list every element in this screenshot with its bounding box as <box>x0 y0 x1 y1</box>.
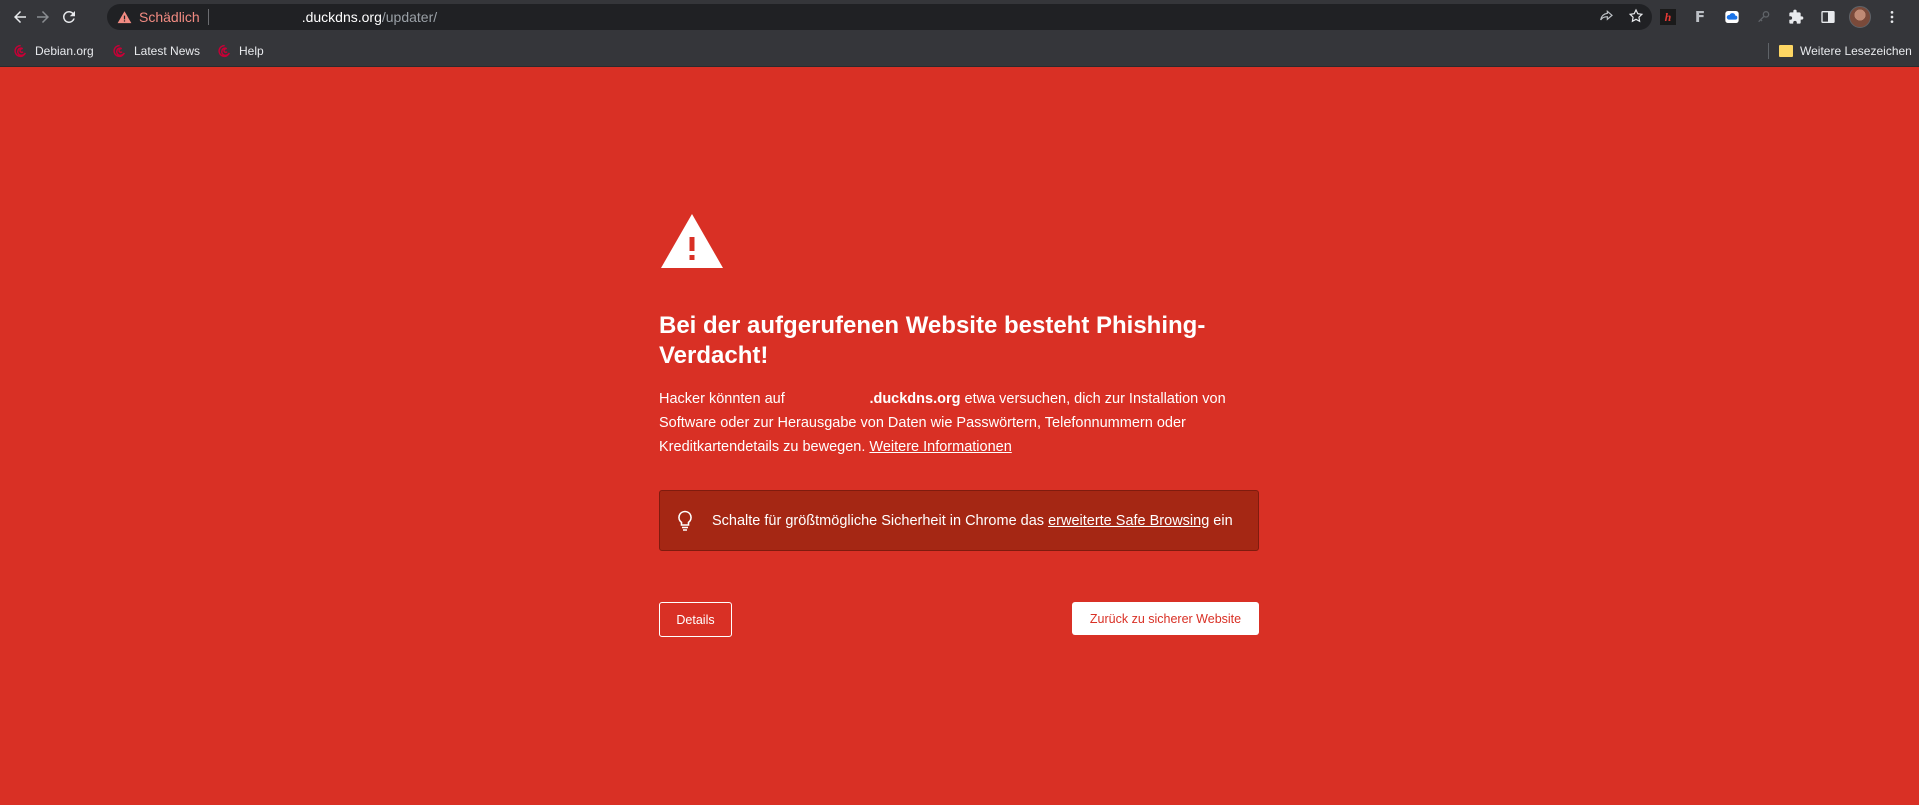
browser-toolbar: Schädlich xxxxxxxxxxxx.duckdns.org/updat… <box>0 0 1919 34</box>
lightbulb-icon <box>678 510 692 531</box>
f-extension-button[interactable]: F <box>1689 6 1711 28</box>
profile-button[interactable] <box>1849 6 1871 28</box>
f-extension-icon: F <box>1694 8 1706 26</box>
url-text[interactable]: xxxxxxxxxxxx.duckdns.org/updater/ <box>218 9 437 25</box>
key-extension-icon <box>1758 11 1770 23</box>
bookmarks-bar: Debian.org Latest News Help Weitere Lese… <box>0 34 1919 67</box>
key-extension-button[interactable] <box>1753 6 1775 28</box>
back-to-safety-button[interactable]: Zurück zu sicherer Website <box>1072 602 1259 635</box>
cloud-extension-icon <box>1725 11 1739 23</box>
description-prefix: Hacker könnten auf <box>659 391 789 407</box>
omnibox-divider <box>207 9 209 25</box>
warning-triangle-icon[interactable] <box>117 9 133 25</box>
folder-icon <box>1779 45 1793 57</box>
warning-triangle-icon <box>661 214 723 268</box>
share-icon[interactable] <box>1598 8 1614 24</box>
profile-avatar <box>1849 6 1871 28</box>
safe-browsing-suffix: ein <box>1209 512 1233 529</box>
arrow-right-icon <box>37 11 49 23</box>
reload-icon <box>62 10 75 23</box>
bookmark-star-icon[interactable] <box>1628 8 1644 24</box>
bookmark-label: Help <box>239 44 264 58</box>
forward-button[interactable] <box>29 3 57 31</box>
bookmark-debian[interactable]: Debian.org <box>12 41 94 61</box>
menu-kebab-icon <box>1890 11 1894 23</box>
other-bookmarks-label: Weitere Lesezeichen <box>1800 44 1912 58</box>
omnibox-actions <box>1598 8 1644 24</box>
side-panel-button[interactable] <box>1817 6 1839 28</box>
more-info-link[interactable]: Weitere Informationen <box>869 439 1011 455</box>
bookmark-label: Latest News <box>134 44 201 58</box>
url-host: .duckdns.org <box>301 9 382 25</box>
chrome-menu-button[interactable] <box>1881 6 1903 28</box>
warning-description: Hacker könnten auf xxxxxxxxxx.duckdns.or… <box>659 387 1269 459</box>
bookmark-help[interactable]: Help <box>216 41 264 61</box>
details-button[interactable]: Details <box>659 602 732 637</box>
safe-browsing-text: Schalte für größtmögliche Sicherheit in … <box>712 513 1233 529</box>
description-domain: .duckdns.org <box>869 391 961 407</box>
enhanced-safe-browsing-link[interactable]: erweiterte Safe Browsing <box>1048 513 1209 529</box>
enhanced-safe-browsing-promo: Schalte für größtmögliche Sicherheit in … <box>659 490 1259 551</box>
cloud-extension-button[interactable] <box>1721 6 1743 28</box>
security-state-label[interactable]: Schädlich <box>139 9 200 25</box>
url-redacted-segment: xxxxxxxxxxxx <box>218 9 302 25</box>
url-path: /updater/ <box>381 9 438 25</box>
domain-redacted-segment: xxxxxxxxxx <box>789 391 870 407</box>
page-title: Bei der aufgerufenen Website besteht Phi… <box>659 312 1206 369</box>
arrow-left-icon <box>14 11 26 23</box>
safe-browsing-prefix: Schalte für größtmögliche Sicherheit in … <box>712 512 1049 529</box>
h-extension-button[interactable]: h <box>1657 6 1679 28</box>
bookmark-label: Debian.org <box>35 44 94 58</box>
other-bookmarks-folder[interactable]: Weitere Lesezeichen <box>1779 41 1912 61</box>
address-bar[interactable]: Schädlich xxxxxxxxxxxx.duckdns.org/updat… <box>107 4 1652 30</box>
side-panel-icon <box>1821 11 1835 23</box>
extensions-menu-button[interactable] <box>1785 6 1807 28</box>
debian-swirl-icon <box>113 44 126 57</box>
puzzle-extensions-icon <box>1789 9 1804 24</box>
extensions-area: h F <box>1657 4 1903 30</box>
reload-button[interactable] <box>55 3 83 31</box>
bookmarks-separator <box>1768 43 1769 59</box>
debian-swirl-icon <box>14 44 27 57</box>
h-extension-icon: h <box>1660 9 1676 25</box>
bookmark-latest-news[interactable]: Latest News <box>111 41 200 61</box>
debian-swirl-icon <box>218 44 231 57</box>
